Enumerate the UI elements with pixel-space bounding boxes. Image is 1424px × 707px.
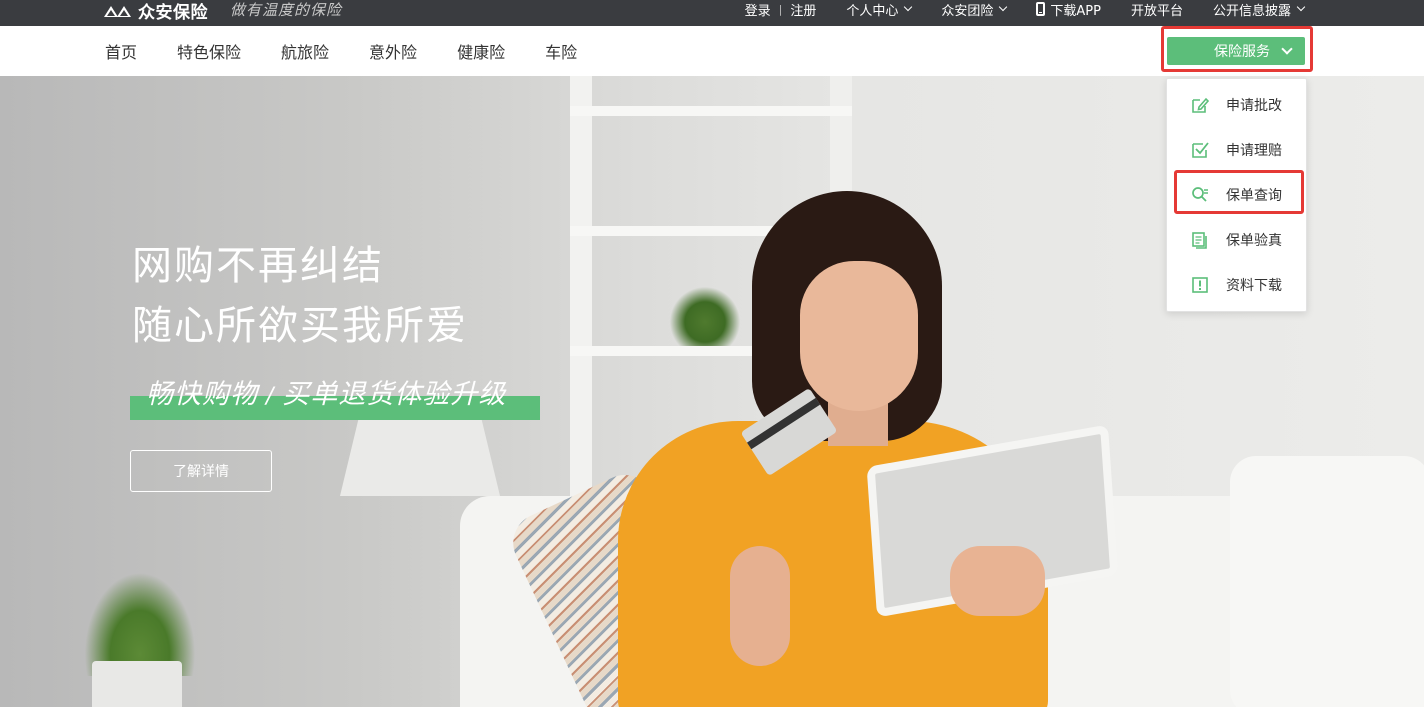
shelf-plant xyxy=(670,286,740,346)
logo-mark-icon xyxy=(104,3,132,17)
top-nav: 登录 | 注册 个人中心 众安团险 下载APP 开放平台 公开信息披露 xyxy=(745,0,1306,19)
edit-icon xyxy=(1192,97,1209,113)
hero-subtitle-left: 畅快购物 xyxy=(146,379,258,410)
hero-subtitle-right: 买单退货体验升级 xyxy=(282,379,507,410)
logo-text: 众安保险 xyxy=(138,2,208,23)
hero-title-line1: 网购不再纠结 xyxy=(132,243,384,289)
menu-item-label: 资料下载 xyxy=(1226,278,1282,294)
nav-travel-insurance[interactable]: 航旅险 xyxy=(281,39,329,63)
verify-doc-icon xyxy=(1192,232,1207,249)
insurance-service-button[interactable]: 保险服务 xyxy=(1167,37,1305,65)
register-link[interactable]: 注册 xyxy=(790,0,816,19)
divider: / xyxy=(266,384,275,409)
person-hand xyxy=(950,546,1045,616)
learn-more-button[interactable]: 了解详情 xyxy=(130,450,272,492)
menu-item-policy-verify[interactable]: 保单验真 xyxy=(1167,225,1308,255)
chevron-down-icon xyxy=(1296,2,1306,12)
download-icon xyxy=(1192,277,1208,293)
hero-title: 网购不再纠结 随心所欲买我所爱 xyxy=(132,236,468,356)
brand-slogan: 做有温度的保险 xyxy=(230,1,343,19)
nav-car-insurance[interactable]: 车险 xyxy=(545,39,577,63)
nav-accident-insurance[interactable]: 意外险 xyxy=(369,39,417,63)
menu-item-document-download[interactable]: 资料下载 xyxy=(1167,270,1308,300)
nav-health-insurance[interactable]: 健康险 xyxy=(457,39,505,63)
download-app-label: 下载APP xyxy=(1050,3,1101,19)
brand-logo[interactable]: 众安保险 xyxy=(104,0,208,23)
plant-pot xyxy=(92,661,182,707)
divider: | xyxy=(778,2,783,16)
login-link[interactable]: 登录 xyxy=(745,0,771,19)
main-nav: 首页 特色保险 航旅险 意外险 健康险 车险 保险服务 xyxy=(0,26,1424,76)
shelf xyxy=(570,106,852,116)
policy-query-highlight xyxy=(1174,170,1304,214)
chevron-down-icon xyxy=(904,2,913,12)
group-insurance-label: 众安团险 xyxy=(941,3,994,19)
menu-item-label: 申请批改 xyxy=(1226,98,1282,114)
nav-home[interactable]: 首页 xyxy=(105,39,137,63)
sofa-cushion xyxy=(1230,456,1424,707)
disclosure-menu[interactable]: 公开信息披露 xyxy=(1212,0,1306,19)
hero-subtitle: 畅快购物 / 买单退货体验升级 xyxy=(146,372,506,411)
menu-item-apply-claim[interactable]: 申请理赔 xyxy=(1167,135,1308,165)
menu-item-label: 申请理赔 xyxy=(1226,143,1282,159)
disclosure-label: 公开信息披露 xyxy=(1212,3,1291,19)
menu-item-label: 保单验真 xyxy=(1226,233,1282,249)
personal-center-label: 个人中心 xyxy=(846,3,899,19)
group-insurance-menu[interactable]: 众安团险 xyxy=(941,0,1008,19)
download-app-link[interactable]: 下载APP xyxy=(1036,0,1101,19)
check-box-icon xyxy=(1192,142,1209,158)
person-face xyxy=(800,261,918,411)
phone-icon xyxy=(1036,2,1046,16)
chevron-down-icon xyxy=(1281,43,1293,55)
insurance-service-label: 保险服务 xyxy=(1214,44,1270,60)
personal-center-menu[interactable]: 个人中心 xyxy=(846,0,913,19)
floor-plant xyxy=(80,566,200,676)
hero-title-line2: 随心所欲买我所爱 xyxy=(132,303,468,349)
person-arm xyxy=(730,546,790,666)
main-nav-links: 首页 特色保险 航旅险 意外险 健康险 车险 xyxy=(105,26,617,76)
nav-featured-insurance[interactable]: 特色保险 xyxy=(177,39,241,63)
menu-item-apply-endorsement[interactable]: 申请批改 xyxy=(1167,90,1308,120)
chevron-down-icon xyxy=(999,2,1008,12)
open-platform-link[interactable]: 开放平台 xyxy=(1131,0,1183,19)
top-bar: 众安保险 做有温度的保险 登录 | 注册 个人中心 众安团险 下载APP 开放平… xyxy=(0,0,1424,26)
